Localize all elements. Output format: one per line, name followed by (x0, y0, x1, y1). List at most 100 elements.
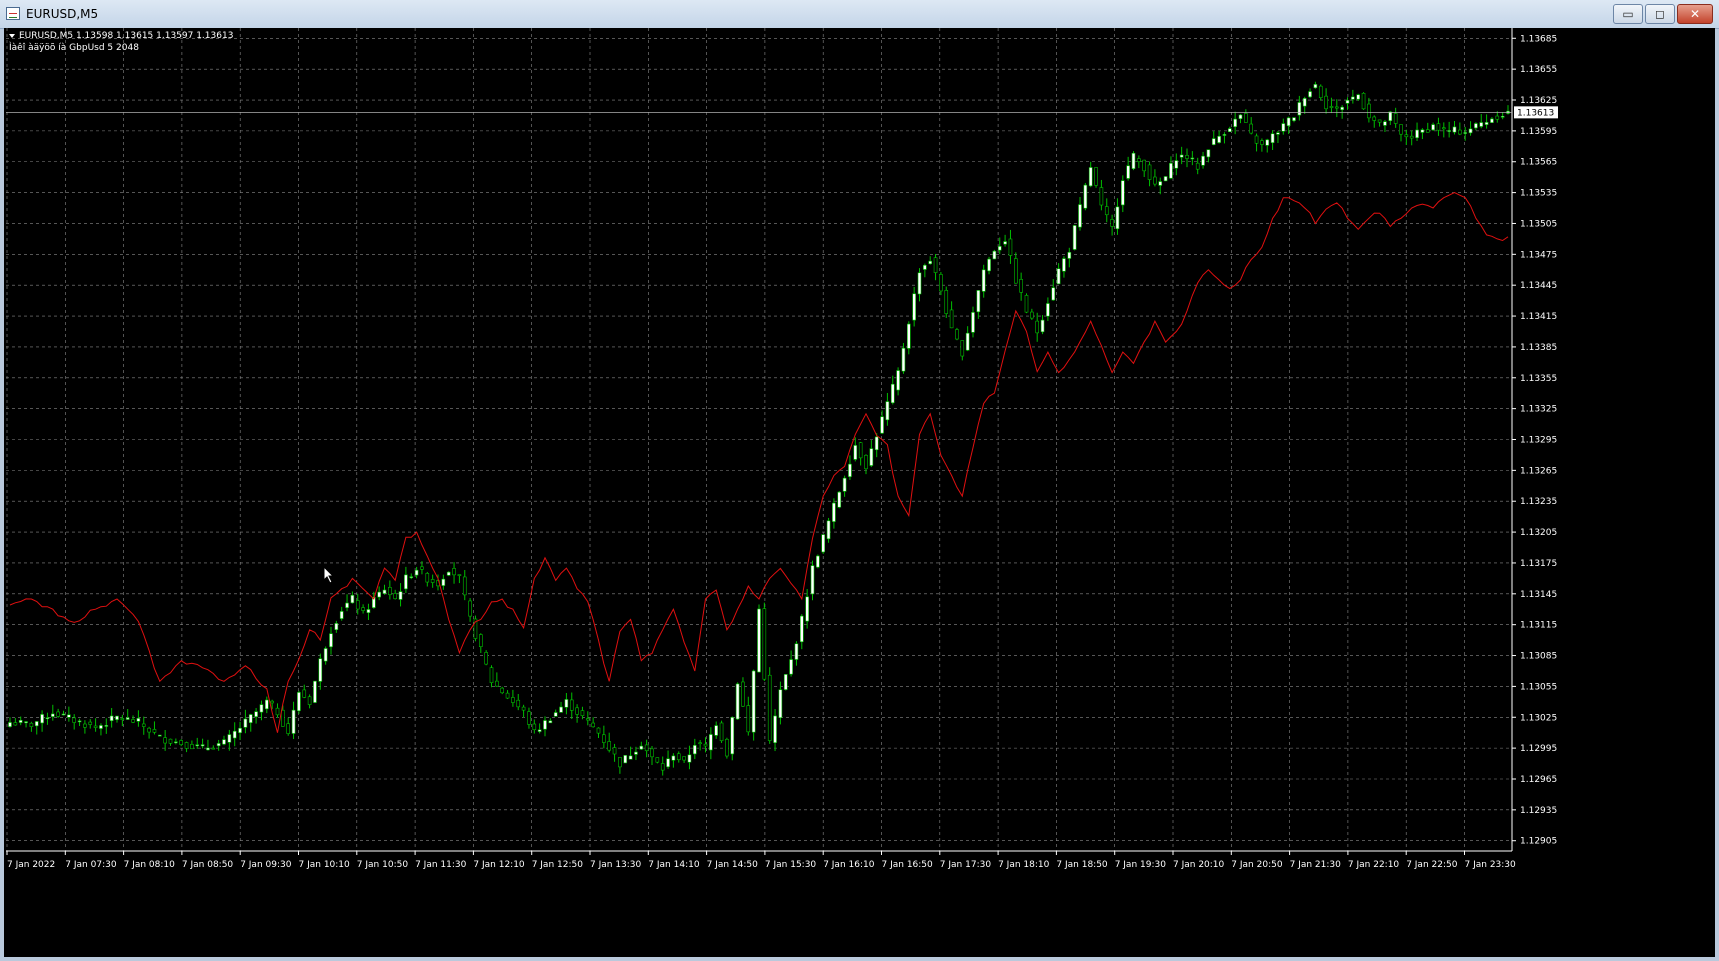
candle-body (612, 747, 617, 755)
candle-body (607, 741, 612, 751)
candle-body (559, 706, 563, 713)
candle-body (1153, 176, 1157, 185)
candle-body (548, 720, 553, 724)
candle-body (484, 652, 488, 665)
close-button[interactable]: ✕ (1677, 4, 1713, 24)
candle-body (837, 491, 842, 508)
candle-body (591, 722, 595, 728)
y-tick-label: 1.13445 (1520, 281, 1557, 291)
candle-body (650, 748, 654, 758)
collapse-triangle-icon[interactable] (9, 33, 15, 38)
candle-body (61, 713, 66, 716)
candle-body (912, 293, 916, 321)
candle-body (1393, 113, 1398, 124)
candle-body (361, 607, 365, 611)
candle-body (1137, 158, 1141, 162)
candle-body (1174, 160, 1179, 169)
candle-body (452, 568, 456, 576)
candle-body (254, 711, 258, 717)
candle-body (366, 609, 371, 613)
candle-body (462, 576, 467, 596)
x-tick-label: 7 Jan 21:30 (1290, 860, 1342, 870)
candle-body (1265, 139, 1270, 146)
candle-body (1297, 102, 1302, 116)
candle-body (1420, 129, 1425, 133)
candle-body (901, 347, 906, 372)
candle-body (880, 416, 884, 434)
candle-body (1356, 94, 1360, 100)
candle-body (960, 340, 965, 357)
x-tick-label: 7 Jan 14:10 (648, 860, 700, 870)
candle-body (141, 723, 146, 727)
candle-body (644, 744, 649, 752)
maximize-button[interactable]: ◻ (1645, 4, 1675, 24)
candle-body (1463, 132, 1467, 134)
candle-body (987, 258, 991, 272)
price-chart[interactable]: 7 Jan 2022 7 Jan 07:30 7 Jan 08:10 7 Jan 08… (4, 28, 1715, 957)
candle-body (906, 323, 911, 349)
symbol-ohlc: EURUSD,M5 1.13598 1.13615 1.13597 1.1361… (19, 31, 234, 41)
candle-body (200, 744, 205, 747)
candle-body (698, 742, 702, 745)
candle-body (1051, 287, 1056, 301)
candle-body (1131, 152, 1136, 169)
candle-body (575, 707, 579, 715)
y-tick-label: 1.13175 (1520, 559, 1557, 569)
candle-body (848, 463, 852, 477)
x-tick-label: 7 Jan 15:30 (765, 860, 817, 870)
candle-body (1142, 159, 1146, 172)
candle-body (858, 442, 863, 459)
candle-body (971, 312, 975, 333)
y-tick-label: 1.13145 (1520, 590, 1557, 600)
candle-body (163, 737, 167, 744)
candle-body (1302, 98, 1307, 107)
candle-body (1072, 225, 1077, 250)
candle-body (1062, 258, 1066, 272)
candle-body (1351, 96, 1355, 100)
candle-body (1163, 176, 1168, 182)
candle-body (1458, 129, 1462, 135)
candle-body (628, 755, 633, 760)
candle-body (227, 734, 232, 743)
candle-body (682, 756, 686, 761)
candle-body (564, 699, 569, 708)
candle-body (596, 727, 601, 734)
candle-body (1179, 154, 1184, 158)
candle-body (826, 520, 831, 540)
candle-body (500, 687, 505, 694)
candle-body (29, 722, 34, 727)
candle-body (174, 741, 178, 744)
candle-body (259, 704, 264, 713)
candle-body (131, 719, 135, 723)
candle-body (789, 659, 793, 675)
y-tick-label: 1.13025 (1520, 713, 1557, 723)
candle-body (238, 727, 242, 734)
candle-body (1244, 113, 1248, 123)
candle-body (1500, 115, 1505, 118)
x-tick-label: 7 Jan 18:50 (1056, 860, 1108, 870)
chart-canvas[interactable]: 7 Jan 2022 7 Jan 07:30 7 Jan 08:10 7 Jan 08… (4, 28, 1715, 957)
candle-body (275, 707, 280, 716)
candle-body (671, 755, 676, 761)
candle-body (896, 370, 900, 391)
y-tick-label: 1.13505 (1520, 219, 1557, 229)
title-bar[interactable]: EURUSD,M5 ▭ ◻ ✕ (0, 0, 1719, 29)
candle-body (24, 721, 28, 724)
candle-body (329, 633, 333, 648)
candle-body (1372, 116, 1377, 121)
candle-body (585, 718, 590, 721)
minimize-button[interactable]: ▭ (1613, 4, 1643, 24)
candle-body (307, 696, 312, 705)
candle-body (382, 589, 387, 594)
candle-body (516, 699, 521, 708)
candle-body (928, 260, 933, 265)
candle-body (323, 648, 328, 662)
candle-body (72, 717, 76, 723)
candle-body (976, 290, 981, 313)
candle-body (1008, 238, 1013, 256)
candle-body (623, 755, 628, 764)
candle-body (13, 722, 18, 726)
x-tick-label: 7 Jan 10:10 (299, 860, 351, 870)
candle-body (709, 734, 713, 751)
candle-body (1383, 121, 1387, 126)
